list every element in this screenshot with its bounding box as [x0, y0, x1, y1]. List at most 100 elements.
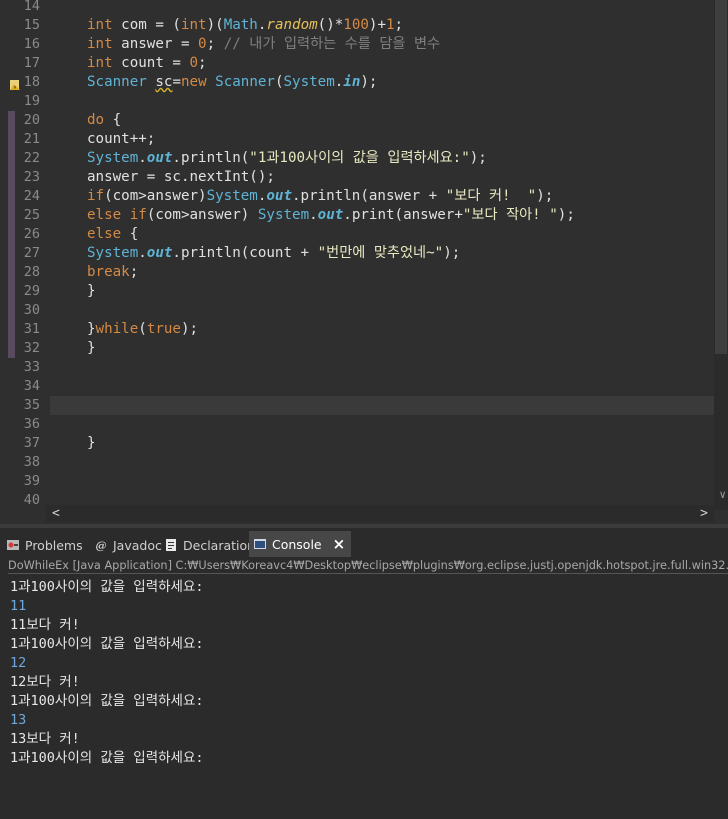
scroll-down-icon[interactable]: ∨ — [719, 488, 726, 501]
console-icon — [253, 537, 267, 551]
tab-problems[interactable]: Problems — [6, 533, 83, 557]
code-token: else — [87, 226, 122, 242]
line-number: 14 — [23, 0, 40, 14]
line-number: 25 — [23, 207, 40, 223]
code-token: com = ( — [112, 17, 181, 33]
code-token: 0 — [189, 55, 199, 71]
code-token: 0 — [198, 36, 207, 52]
code-token: Math — [223, 17, 258, 33]
console-input-line: 11 — [10, 598, 27, 614]
line-number: 20 — [23, 112, 40, 128]
code-editor[interactable]: 14 15 16 17 18 19 20 21 22 23 24 25 26 27 28 29 30 31 32 33… — [0, 0, 728, 524]
code-token: } — [87, 435, 96, 451]
code-line[interactable]: count++; — [87, 130, 155, 149]
code-token: . — [334, 74, 344, 90]
scroll-left-icon[interactable]: < — [52, 505, 60, 522]
line-number: 29 — [23, 283, 40, 299]
code-line[interactable]: if(com>answer)System.out.println(answer … — [87, 187, 553, 206]
code-token: while — [95, 321, 139, 337]
line-number: 39 — [23, 473, 40, 489]
tab-declaration[interactable]: Declaration — [164, 533, 255, 557]
current-line-highlight — [50, 396, 714, 415]
code-line[interactable]: } — [87, 434, 96, 453]
change-marker — [8, 282, 15, 301]
console-output-line: 1과100사이의 값을 입력하세요: — [10, 693, 204, 709]
line-number: 32 — [23, 340, 40, 356]
code-token: break — [87, 264, 130, 280]
code-token: Scanner — [215, 74, 275, 90]
change-marker — [8, 301, 15, 320]
code-token: System — [87, 150, 139, 166]
horizontal-scrollbar[interactable]: < > — [46, 505, 714, 522]
code-line[interactable]: break; — [87, 263, 138, 282]
code-line[interactable]: } — [87, 282, 96, 301]
code-token: random — [266, 17, 318, 33]
code-line[interactable]: System.out.println("1과100사이의 값을 입력하세요:")… — [87, 149, 487, 168]
change-marker — [8, 111, 15, 130]
code-token: ; — [129, 264, 139, 280]
code-line[interactable]: int answer = 0; // 내가 입력하는 수를 담을 변수 — [87, 35, 440, 54]
code-token: answer = — [112, 36, 199, 52]
code-line[interactable]: int count = 0; — [87, 54, 207, 73]
code-line[interactable]: else { — [87, 225, 138, 244]
problems-icon — [6, 538, 20, 552]
line-number: 35 — [23, 397, 40, 413]
line-number: 27 — [23, 245, 40, 261]
tab-console[interactable]: Console × — [249, 531, 352, 557]
code-line[interactable]: System.out.println(count + "번만에 맞추었네~"); — [87, 244, 460, 263]
console-output-line: 1과100사이의 값을 입력하세요: — [10, 636, 204, 652]
code-line[interactable]: }while(true); — [87, 320, 198, 339]
code-token: { — [121, 226, 139, 242]
line-number: 38 — [23, 454, 40, 470]
code-token: ; — [198, 55, 207, 71]
line-number: 40 — [23, 492, 40, 508]
code-line[interactable]: answer = sc.nextInt(); — [87, 168, 275, 187]
console-input-line: 12 — [10, 655, 27, 671]
vertical-scrollbar[interactable]: ∨ — [714, 0, 728, 510]
code-token: out — [317, 207, 344, 223]
line-number: 19 — [23, 93, 40, 109]
scroll-right-icon[interactable]: > — [700, 505, 708, 522]
tab-label: Javadoc — [113, 537, 162, 553]
line-number: 17 — [23, 55, 40, 71]
code-line[interactable]: int com = (int)(Math.random()*100)+1; — [87, 16, 403, 35]
line-number: 16 — [23, 36, 40, 52]
code-token: . — [138, 150, 147, 166]
tab-label: Console — [272, 536, 322, 552]
line-number: 36 — [23, 416, 40, 432]
code-token: . — [138, 245, 147, 261]
code-token: ); — [557, 207, 575, 223]
code-token: ()* — [317, 17, 344, 33]
code-token: else — [87, 207, 122, 223]
tab-javadoc[interactable]: @ Javadoc — [94, 533, 162, 557]
line-number: 34 — [23, 378, 40, 394]
code-line[interactable]: do { — [87, 111, 121, 130]
close-icon[interactable]: × — [333, 535, 346, 553]
line-number: 15 — [23, 17, 40, 33]
line-number: 24 — [23, 188, 40, 204]
code-token: System — [206, 188, 258, 204]
code-token: count = — [112, 55, 190, 71]
code-token: out — [146, 150, 173, 166]
line-number: 22 — [23, 150, 40, 166]
code-token: in — [343, 74, 361, 90]
code-line[interactable]: } — [87, 339, 96, 358]
code-token: int — [87, 55, 113, 71]
code-token: )+ — [368, 17, 386, 33]
code-line[interactable]: Scanner sc=new Scanner(System.in); — [87, 73, 377, 92]
code-token: .println(answer + — [292, 188, 446, 204]
code-token: } — [87, 283, 96, 299]
code-token: out — [266, 188, 293, 204]
change-marker — [8, 320, 15, 339]
console-description: DoWhileEx [Java Application] C:₩Users₩Ko… — [8, 559, 728, 574]
line-number: 26 — [23, 226, 40, 242]
line-number: 37 — [23, 435, 40, 451]
code-token: } — [87, 340, 96, 356]
code-token: count++; — [87, 131, 156, 147]
console-output[interactable]: 1과100사이의 값을 입력하세요: 11 11보다 커! 1과100사이의 값을 입… — [10, 578, 724, 768]
javadoc-icon: @ — [95, 538, 107, 552]
code-line[interactable]: else if(com>answer) System.out.print(ans… — [87, 206, 575, 225]
code-token: sc — [155, 74, 173, 90]
vertical-scroll-thumb[interactable] — [715, 0, 727, 354]
line-number: 33 — [23, 359, 40, 375]
